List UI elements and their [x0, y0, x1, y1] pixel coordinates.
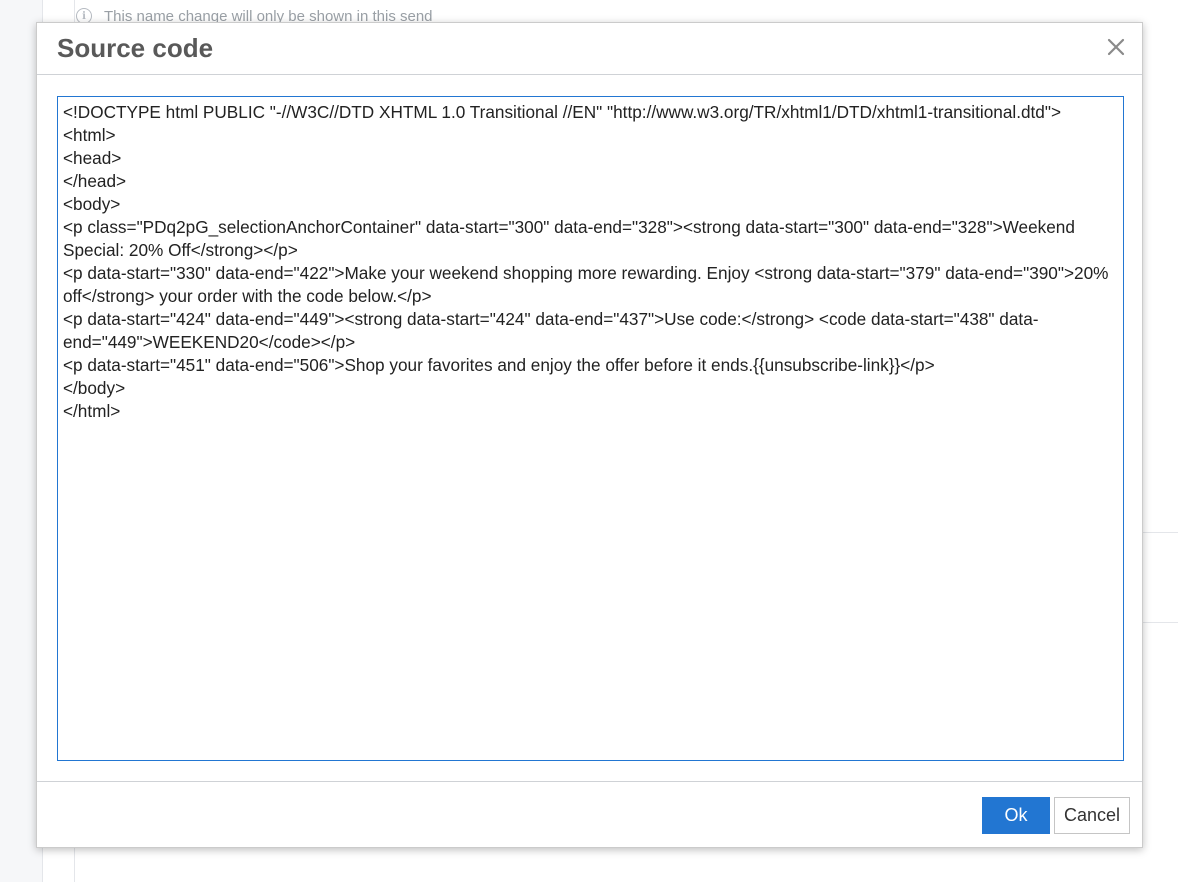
background-divider-right-bottom [1143, 622, 1178, 623]
close-icon[interactable] [1104, 35, 1128, 59]
source-code-textarea[interactable] [57, 96, 1124, 761]
cancel-button[interactable]: Cancel [1054, 797, 1130, 834]
source-code-dialog: Source code Ok Cancel [36, 22, 1143, 848]
dialog-title: Source code [57, 33, 214, 63]
dialog-header: Source code [37, 23, 1142, 75]
dialog-footer: Ok Cancel [37, 781, 1142, 848]
ok-button[interactable]: Ok [982, 797, 1050, 834]
background-divider-right-top [1143, 532, 1178, 533]
dialog-body [57, 96, 1124, 761]
